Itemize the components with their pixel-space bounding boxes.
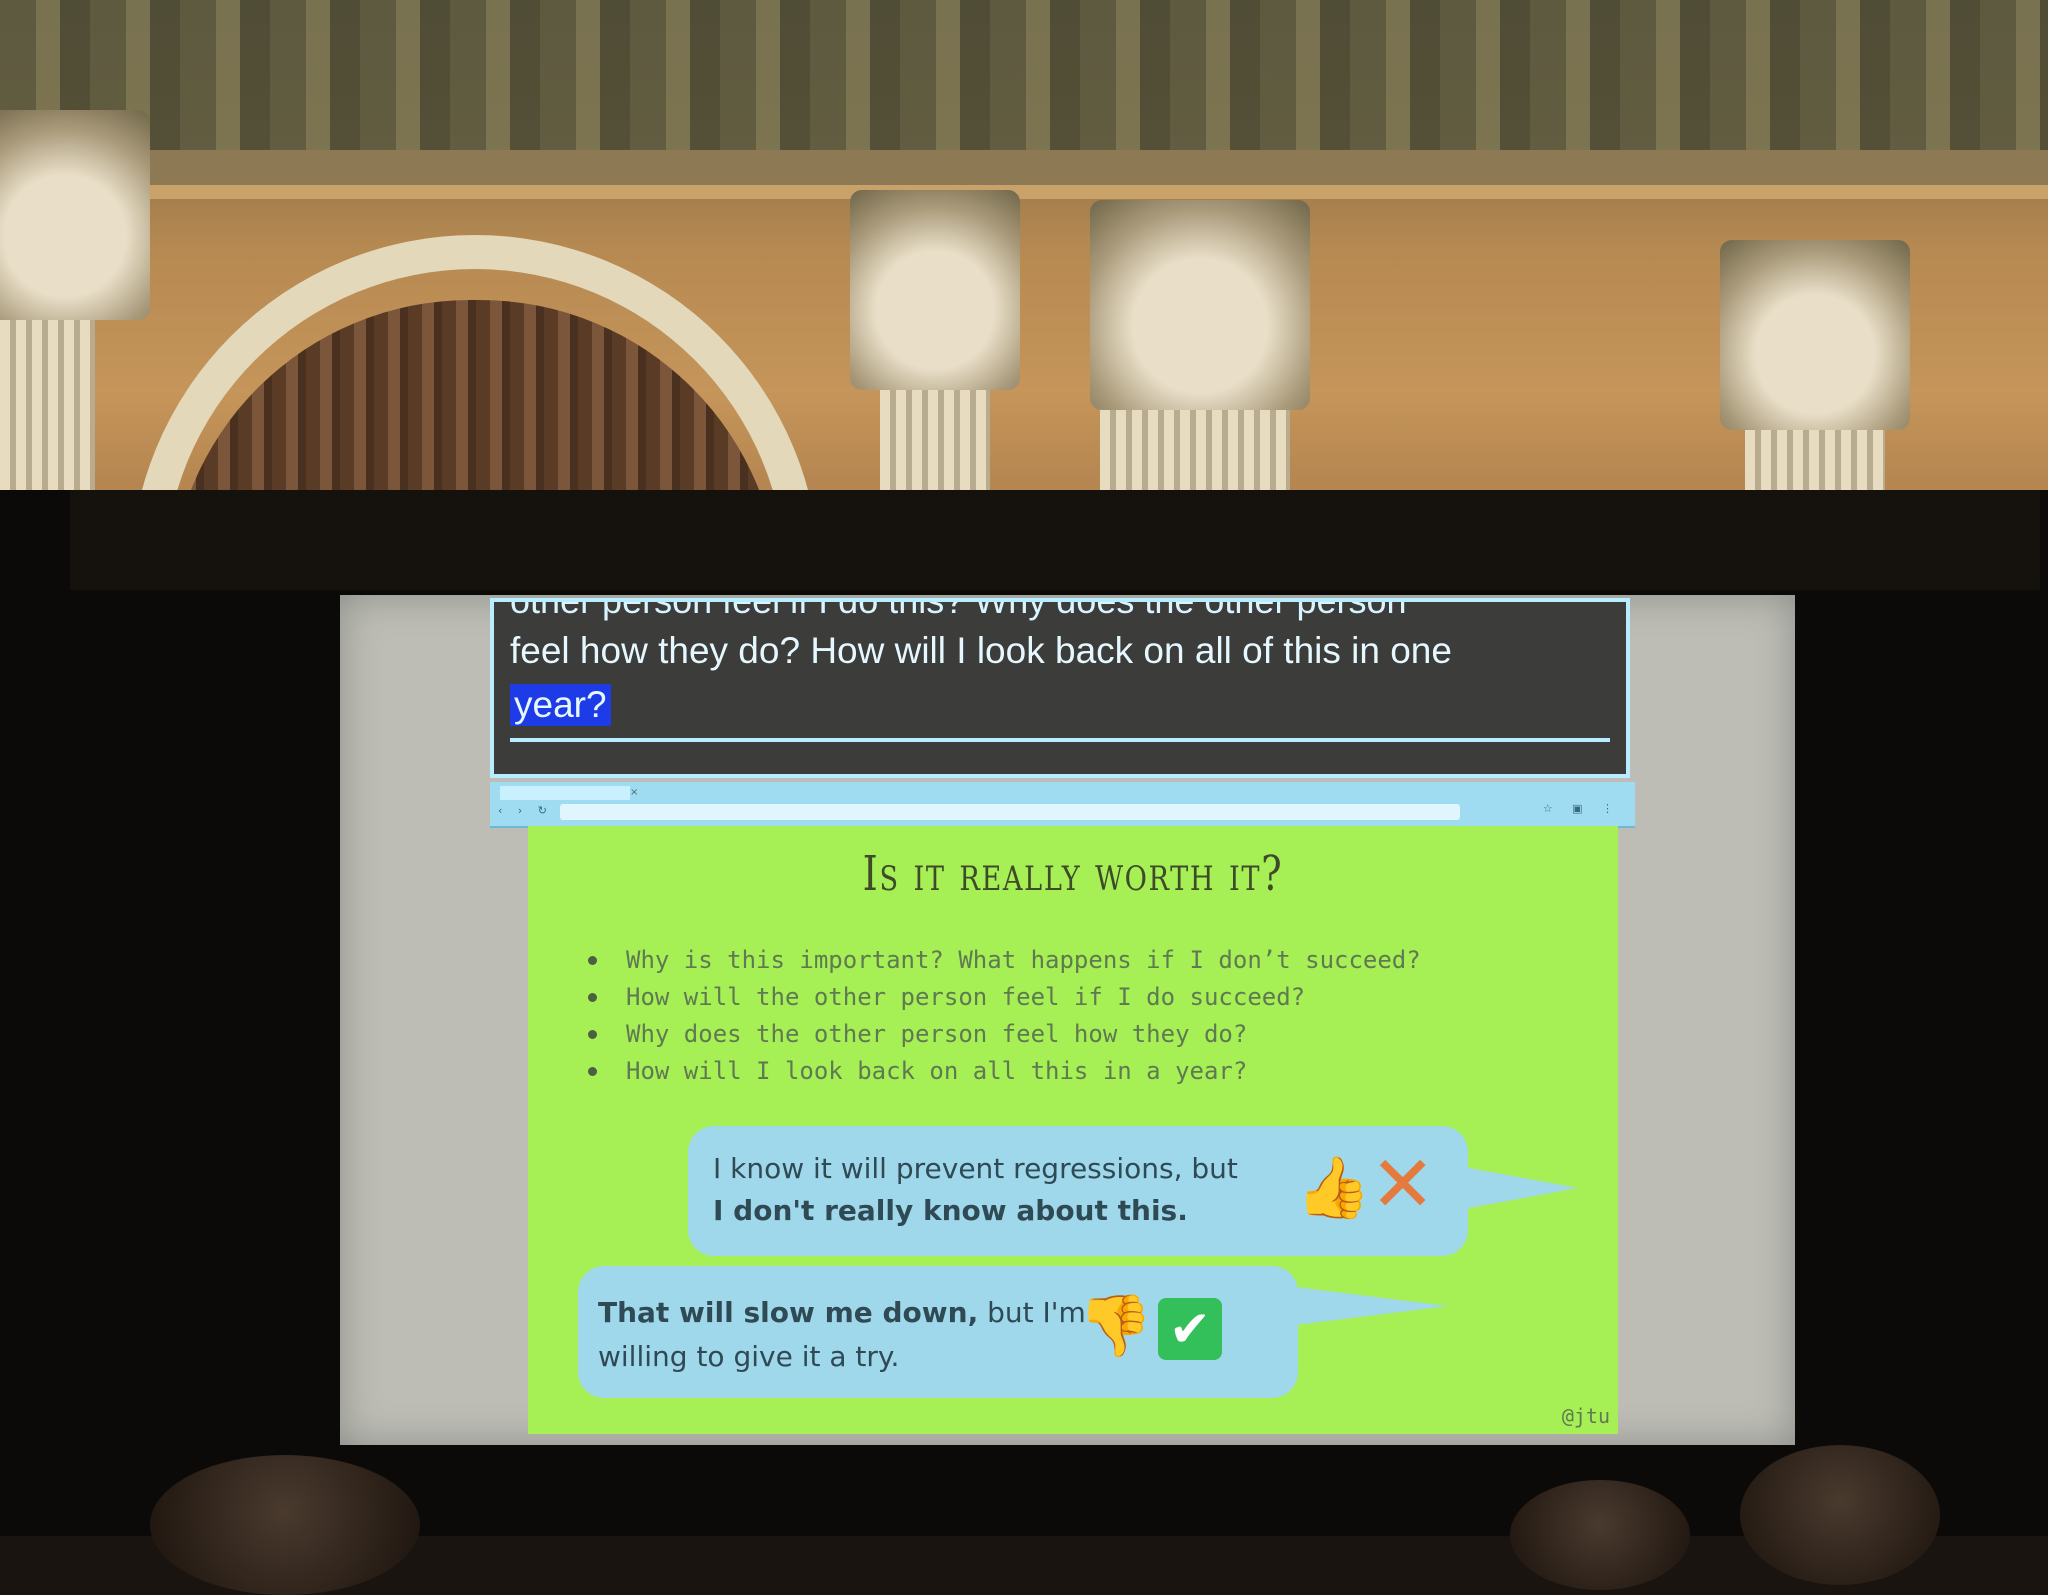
live-caption-panel: other person feel if I do this? Why does… [490,598,1630,778]
column-capital-left [0,110,150,320]
bullet-dot [588,1030,597,1039]
browser-extension-icons[interactable]: ☆ ▣ ⋮ [1543,802,1621,815]
caption-cut-line: other person feel if I do this? Why does… [510,598,1407,621]
bullet-item: How will I look back on all this in a ye… [588,1057,1421,1094]
bullet-item: How will the other person feel if I do s… [588,983,1421,1020]
bubble-1-line-1: I know it will prevent regressions, but [713,1152,1238,1185]
x-mark-icon: ✕ [1370,1140,1436,1230]
frieze-band [0,150,2048,190]
bullet-list: Why is this important? What happens if I… [588,946,1421,1094]
speech-bubble-2-tail [1288,1286,1448,1326]
browser-nav-icons[interactable]: ‹ › ↻ [498,804,553,817]
column-capital-center-left [850,190,1020,390]
ornamental-frieze [0,0,2048,170]
bubble-2-line-1: That will slow me down, but I'm [598,1292,1086,1334]
bubble-1-line-2: I don't really know about this. [713,1194,1188,1227]
thumbs-down-icon: 👎 [1078,1291,1153,1361]
ballroom-background [0,0,2048,835]
bullet-item: Why is this important? What happens if I… [588,946,1421,983]
caption-line: feel how they do? How will I look back o… [510,630,1452,671]
bullet-text: How will I look back on all this in a ye… [626,1057,1248,1085]
bubble-2-bold-text: That will slow me down, [598,1296,979,1329]
tab-close-icon[interactable]: × [630,786,642,800]
bubble-2-rest-text: but I'm [978,1296,1086,1329]
thumbs-up-icon: 👍 [1296,1153,1371,1223]
slide-title: Is it really worth it? [862,846,1284,902]
audience-head [150,1455,420,1595]
checkmark-icon: ✔ [1158,1298,1222,1360]
bullet-text: Why is this important? What happens if I… [626,946,1421,974]
browser-chrome: × ‹ › ↻ ☆ ▣ ⋮ [490,782,1635,828]
bullet-dot [588,993,597,1002]
presentation-slide: Is it really worth it? Why is this impor… [528,826,1618,1434]
column-capital-right [1720,240,1910,430]
bullet-text: How will the other person feel if I do s… [626,983,1306,1011]
caption-underline [510,738,1610,742]
speaker-handle: @jtu [1561,1404,1610,1428]
bullet-dot [588,1067,597,1076]
caption-highlighted-word: year? [510,684,611,726]
audience-head [1510,1480,1690,1590]
screen-frame-top [70,490,2040,590]
bubble-2-line-2: willing to give it a try. [598,1340,900,1373]
bullet-item: Why does the other person feel how they … [588,1020,1421,1057]
column-capital-center-right [1090,200,1310,410]
audience-head [1740,1445,1940,1585]
address-bar[interactable] [560,804,1460,820]
speech-bubble-1-tail [1458,1166,1578,1210]
browser-tab[interactable] [500,786,630,800]
ceiling-molding [0,185,2048,199]
bullet-dot [588,956,597,965]
bullet-text: Why does the other person feel how they … [626,1020,1248,1048]
